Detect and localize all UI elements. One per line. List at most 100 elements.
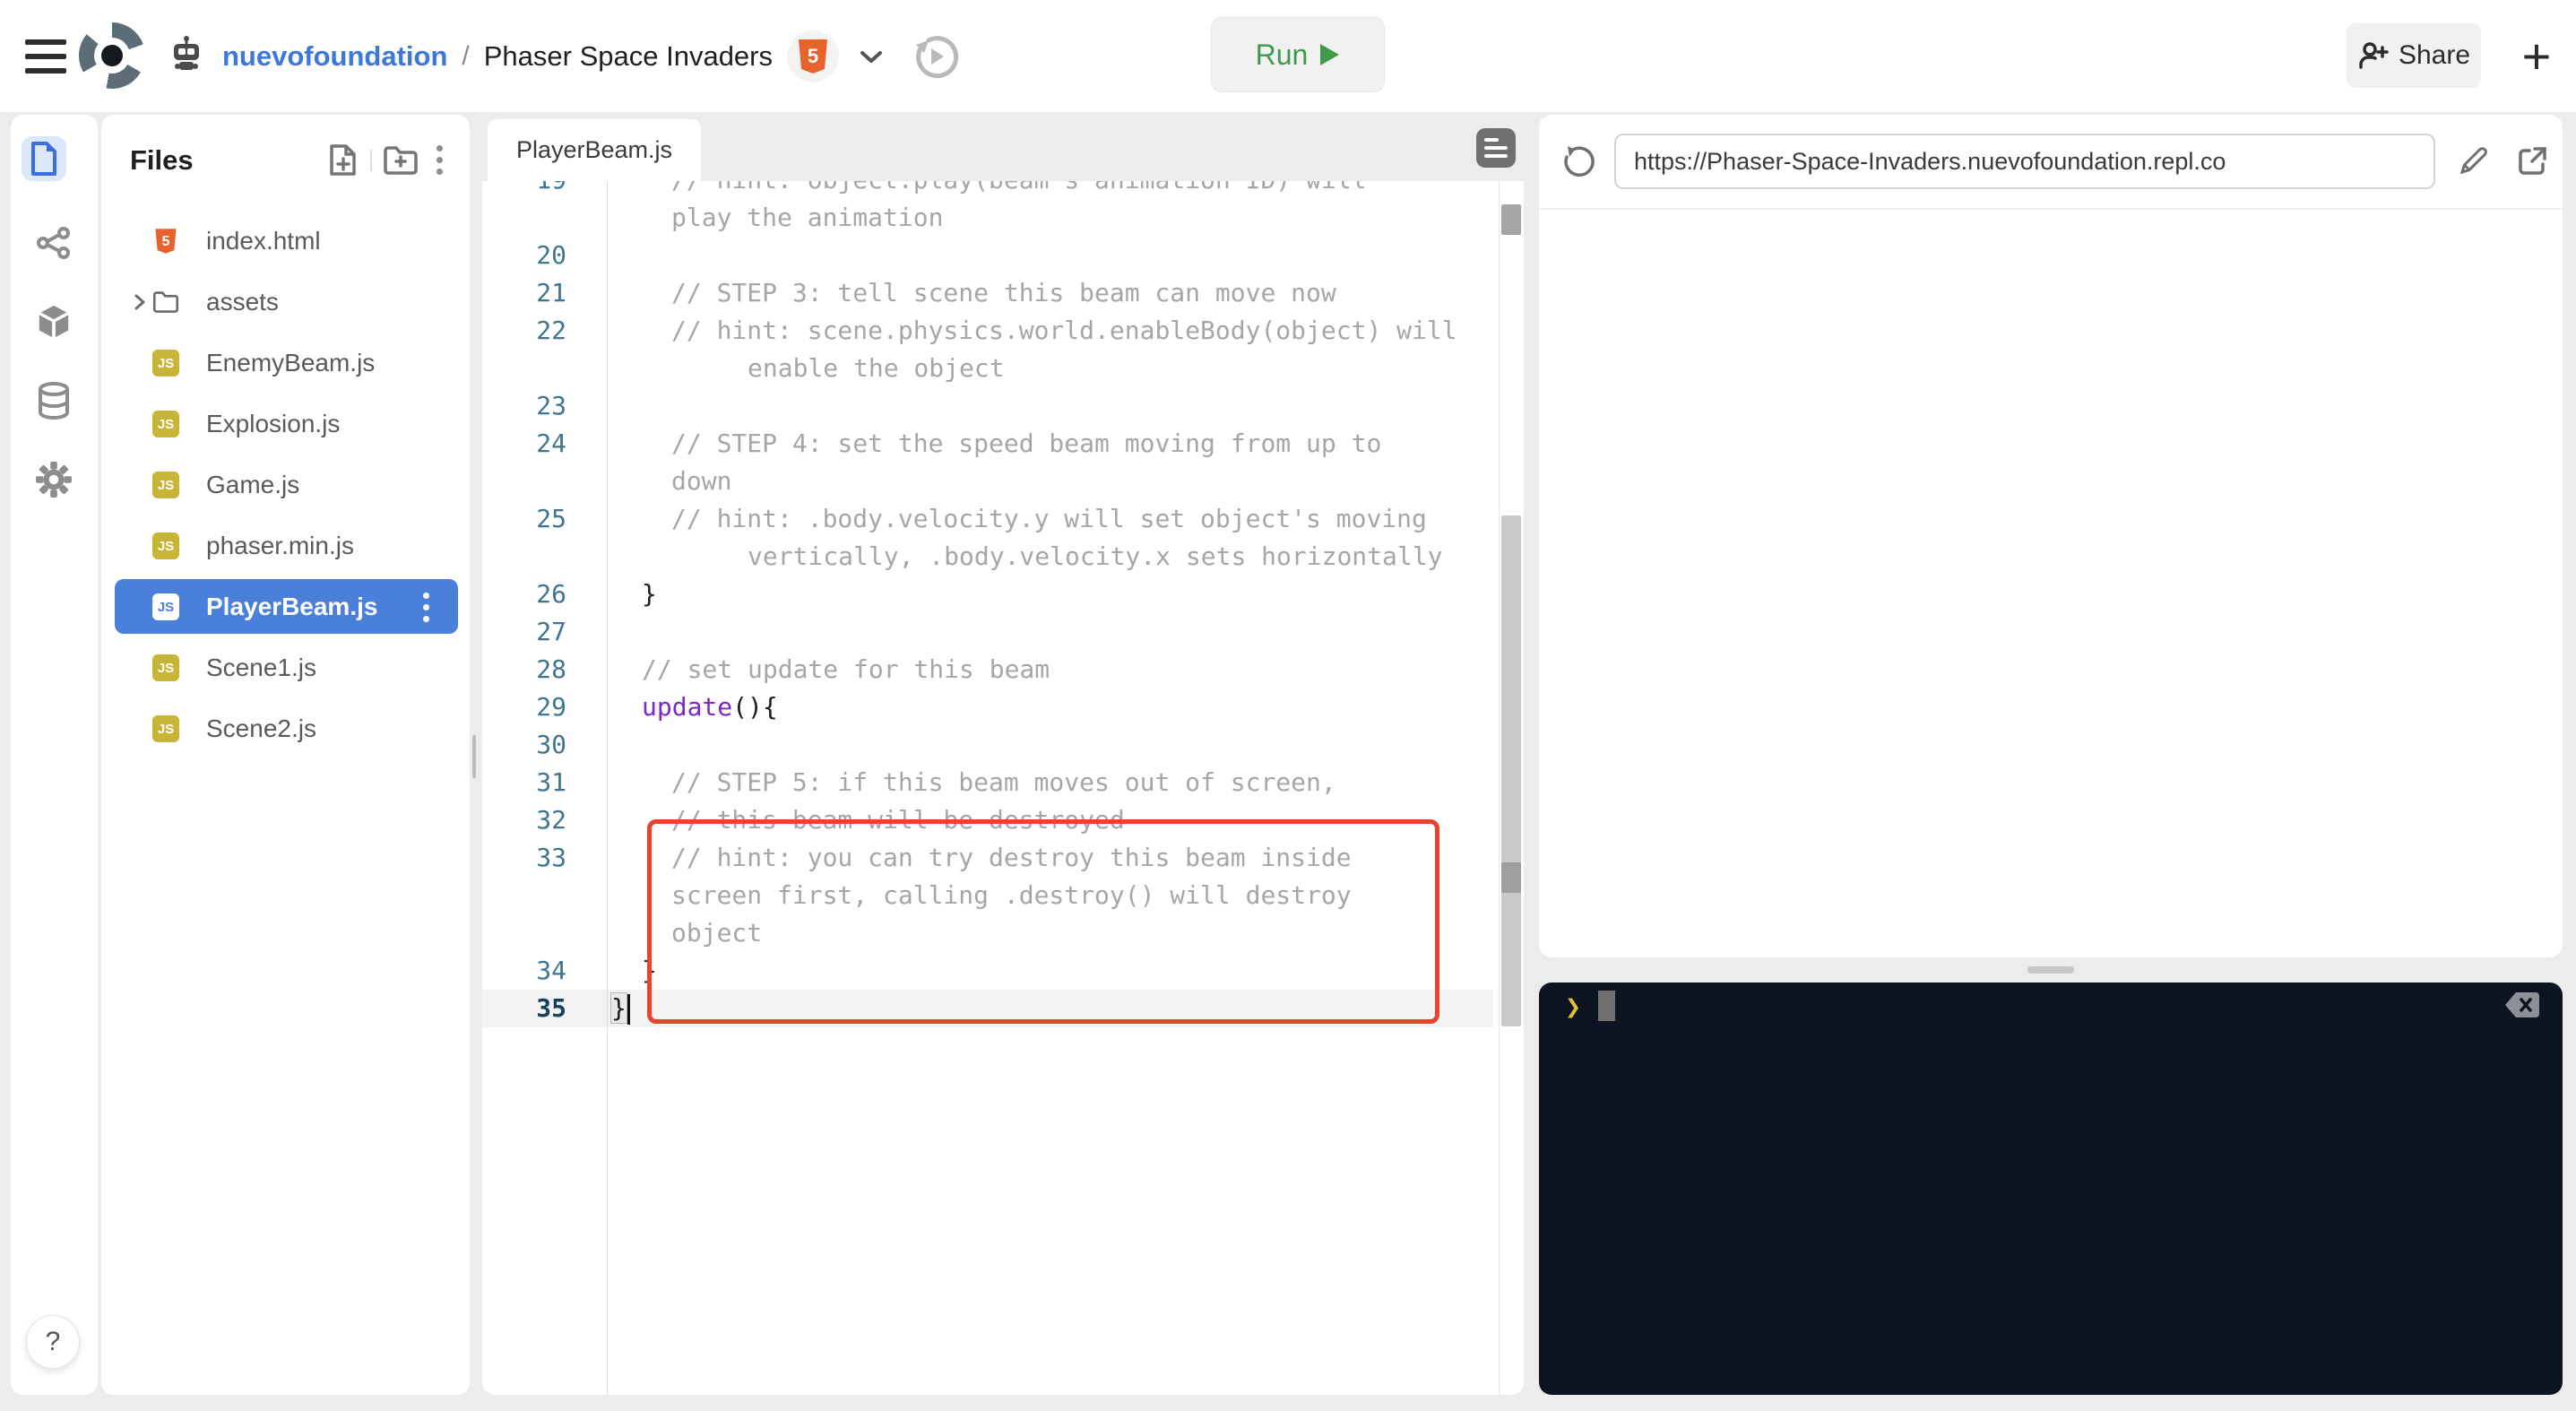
code-line-23: 23 [482,387,1493,425]
files-title: Files [130,143,194,176]
url-row-divider [1539,208,2563,210]
tab-playerbeam[interactable]: PlayerBeam.js [488,119,701,181]
file-row-index-html[interactable]: 5 index.html [101,211,470,272]
workspace-logo[interactable] [79,22,145,89]
js-file-icon: JS [152,411,179,437]
line-number: 28 [536,654,566,684]
line-number: 26 [536,579,566,609]
code-line-wrap: enable the object [482,350,1493,387]
code-text: // hint: .body.velocity.y will set objec… [671,504,1427,533]
code-text: // STEP 5: if this beam moves out of scr… [671,767,1336,797]
sidebar-item-version-control[interactable] [36,225,72,261]
scrollbar-thumb-marker[interactable] [1501,862,1521,893]
js-file-icon: JS [152,472,179,498]
console-clear-icon[interactable] [2503,990,2541,1025]
expand-chevron-icon[interactable] [134,293,151,311]
code-text: } [642,956,657,985]
file-row-scene1-js[interactable]: JS Scene1.js [101,637,470,698]
code-text: screen first, calling .destroy() will de… [671,880,1352,910]
code-area[interactable]: 19// hint: object.play(beam's animation … [482,181,1524,1395]
code-text: // STEP 3: tell scene this beam can move… [671,278,1336,307]
new-repl-button[interactable]: + [2508,20,2565,91]
svg-text:5: 5 [162,234,170,249]
new-folder-icon[interactable] [383,145,419,176]
line-number: 27 [536,617,566,646]
file-row-explosion-js[interactable]: JS Explosion.js [101,394,470,454]
file-name: Scene2.js [206,714,316,742]
file-name: assets [206,288,279,316]
console-panel[interactable]: ❯ [1539,983,2563,1395]
line-number [482,350,607,387]
tab-label: PlayerBeam.js [515,136,673,163]
line-number: 21 [536,278,566,307]
file-row-enemybeam-js[interactable]: JS EnemyBeam.js [101,333,470,394]
line-number: 35 [536,993,566,1023]
scrollbar-track [1499,181,1500,1395]
code-line-33: 33 // hint: you can try destroy this beam… [482,839,1493,877]
scrollbar-thumb[interactable] [1501,515,1521,1026]
history-icon[interactable] [911,32,959,81]
console-prompt: ❯ [1565,991,1582,1023]
run-button[interactable]: Run [1211,17,1385,92]
code-line-25: 25 // hint: .body.velocity.y will set obj… [482,500,1493,538]
person-plus-icon [2357,40,2390,71]
code-text: } [607,990,630,1027]
code-text: // set update for this beam [642,654,1050,684]
chevron-down-icon[interactable] [859,48,884,65]
line-number [482,199,607,237]
open-external-icon[interactable] [2514,143,2550,179]
code-text: vertically, .body.velocity.x sets horizo… [748,541,1443,571]
cube-icon [39,305,69,338]
file-kebab-icon[interactable] [419,589,433,626]
line-number: 30 [536,730,566,759]
new-file-icon[interactable] [327,143,359,177]
file-name: Scene1.js [206,654,316,681]
files-panel: Files 5 index.html assets JS EnemyBeam.js JS E… [101,115,470,1395]
edit-url-pencil-icon[interactable] [2455,143,2491,179]
svg-text:5: 5 [808,45,818,67]
files-header: Files [101,115,470,178]
code-line-29: 29 update(){ [482,688,1493,726]
code-line-32: 32 // this beam will be destroyed [482,801,1493,839]
sidebar-item-files[interactable] [22,136,66,181]
hamburger-menu-icon[interactable] [25,39,66,74]
code-text: object [671,918,763,948]
code-text: // hint: object.play(beam's animation ID… [607,181,1366,199]
breadcrumb-separator: / [462,40,470,71]
breadcrumb: nuevofoundation / Phaser Space Invaders … [165,0,959,112]
file-row-playerbeam-js[interactable]: JS PlayerBeam.js [101,576,470,637]
scrollbar-thumb-top[interactable] [1501,204,1521,235]
file-row-assets[interactable]: assets [101,272,470,333]
code-text: // this beam will be destroyed [671,805,1125,835]
line-number: 22 [536,316,566,345]
file-name: PlayerBeam.js [206,593,378,620]
share-button[interactable]: Share [2347,23,2481,88]
refresh-icon[interactable] [1560,143,1596,179]
file-name: index.html [206,227,321,255]
preview-panel [1539,115,2563,957]
file-row-scene2-js[interactable]: JS Scene2.js [101,698,470,759]
file-row-game-js[interactable]: JS Game.js [101,454,470,515]
help-button[interactable]: ? [26,1315,80,1369]
html-icon: 5 [152,228,179,255]
folder-icon [152,289,179,316]
js-file-icon: JS [152,593,179,620]
code-line-31: 31 // STEP 5: if this beam moves out of s… [482,764,1493,801]
url-input[interactable] [1614,134,2435,189]
sidebar-item-database[interactable] [36,382,72,420]
file-icon [31,142,56,176]
line-number: 25 [536,504,566,533]
file-row-phaser-min-js[interactable]: JS phaser.min.js [101,515,470,576]
play-icon [1320,44,1340,65]
breadcrumb-workspace-link[interactable]: nuevofoundation [222,40,447,73]
editor-format-icon[interactable] [1476,128,1516,168]
js-file-icon: JS [152,350,179,377]
console-resize-handle[interactable] [2027,966,2074,974]
code-line-21: 21 // STEP 3: tell scene this beam can mo… [482,274,1493,312]
line-number [482,463,607,500]
files-menu-kebab-icon[interactable] [433,142,446,178]
sidebar-item-packages[interactable] [36,304,72,340]
line-number [482,538,607,576]
sidebar-item-settings[interactable] [36,462,72,498]
panel-resize-handle[interactable] [472,735,476,778]
